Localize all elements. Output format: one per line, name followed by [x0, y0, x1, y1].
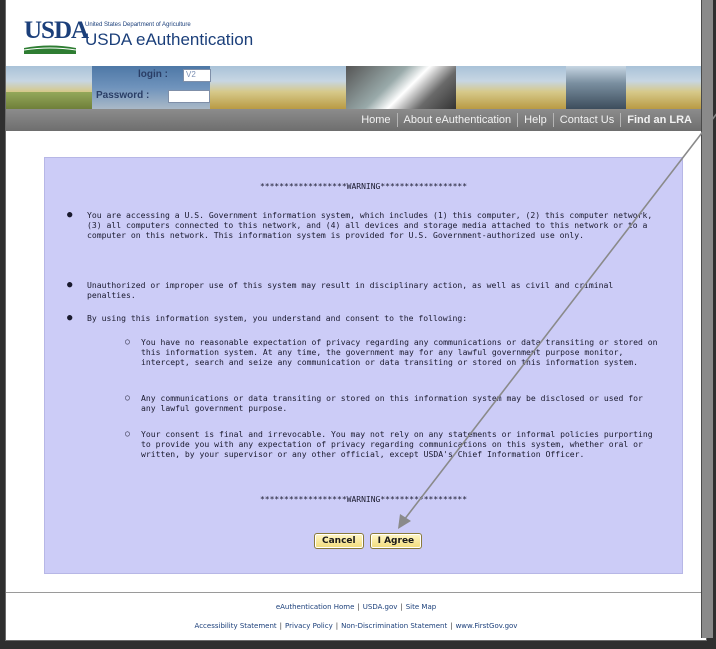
agency-name: United States Department of Agriculture — [85, 22, 191, 28]
banner-login-label: login : — [138, 69, 168, 80]
i-agree-button[interactable]: I Agree — [369, 533, 423, 549]
nav-home[interactable]: Home — [355, 113, 396, 127]
warning-sub-bullet: ○ Any communications or data transiting … — [125, 393, 661, 413]
banner-password-input — [168, 90, 210, 103]
footer-link-usda-gov[interactable]: USDA.gov — [363, 603, 398, 611]
warning-sub-bullet-text: Any communications or data transiting or… — [141, 393, 643, 413]
vertical-scrollbar[interactable] — [701, 0, 713, 638]
footer-links-primary: eAuthentication Home | USDA.gov | Site Map — [6, 603, 706, 611]
footer-link-eauth-home[interactable]: eAuthentication Home — [276, 603, 355, 611]
bullet-icon: ● — [67, 280, 73, 290]
banner-password-label: Password : — [96, 90, 150, 101]
warning-panel: ******************WARNING***************… — [44, 157, 683, 574]
top-nav: Home About eAuthentication Help Contact … — [6, 109, 706, 131]
footer-separator: | — [357, 603, 360, 611]
warning-bullet-text: By using this information system, you un… — [87, 313, 468, 323]
nav-find-lra[interactable]: Find an LRA — [620, 113, 698, 127]
banner-login-input: V2 — [183, 69, 211, 82]
warning-header-bottom: ******************WARNING***************… — [259, 495, 468, 504]
warning-bullet: ● By using this information system, you … — [67, 313, 657, 323]
banner-field-image — [6, 92, 92, 109]
usda-logo-text: USDA — [24, 17, 89, 44]
footer-separator: | — [279, 622, 283, 630]
cancel-button[interactable]: Cancel — [314, 533, 364, 549]
footer-link-non-discrimination[interactable]: Non-Discrimination Statement — [341, 622, 447, 630]
warning-bullet: ● Unauthorized or improper use of this s… — [67, 280, 657, 300]
circle-bullet-icon: ○ — [125, 393, 130, 402]
nav-contact[interactable]: Contact Us — [552, 113, 620, 127]
warning-bullet-text: Unauthorized or improper use of this sys… — [87, 280, 614, 300]
footer-link-accessibility[interactable]: Accessibility Statement — [195, 622, 277, 630]
footer-separator: | — [450, 622, 453, 630]
warning-bullet-text: You are accessing a U.S. Government info… — [87, 210, 653, 240]
page-title: USDA eAuthentication — [85, 30, 254, 49]
footer-links-secondary: Accessibility Statement | Privacy Policy | N… — [6, 622, 706, 630]
warning-sub-bullet: ○ Your consent is final and irrevocable.… — [125, 429, 661, 459]
warning-sub-bullet-text: You have no reasonable expectation of pr… — [141, 337, 658, 367]
page-header: USDA United States Department of Agricul… — [6, 0, 706, 66]
footer-link-privacy[interactable]: Privacy Policy — [285, 622, 333, 630]
warning-sub-bullet-text: Your consent is final and irrevocable. Y… — [141, 429, 653, 459]
circle-bullet-icon: ○ — [125, 337, 130, 346]
bullet-icon: ● — [67, 313, 73, 323]
warning-header-top: ******************WARNING***************… — [259, 182, 468, 191]
bullet-icon: ● — [67, 210, 73, 220]
banner-keyboard-image — [346, 66, 456, 109]
header-banner — [6, 66, 706, 109]
browser-page: USDA United States Department of Agricul… — [5, 0, 707, 641]
footer-divider — [6, 592, 706, 593]
circle-bullet-icon: ○ — [125, 429, 130, 438]
banner-person-image — [566, 66, 626, 109]
usda-logo[interactable]: USDA — [24, 18, 89, 54]
consent-buttons: Cancel I Agree — [314, 533, 423, 549]
warning-bullet: ● You are accessing a U.S. Government in… — [67, 210, 657, 240]
warning-sub-bullet: ○ You have no reasonable expectation of … — [125, 337, 661, 367]
footer-link-firstgov[interactable]: www.FirstGov.gov — [456, 622, 518, 630]
nav-help[interactable]: Help — [517, 113, 553, 127]
footer-link-site-map[interactable]: Site Map — [406, 603, 436, 611]
footer-separator: | — [400, 603, 403, 611]
usda-logo-field-icon — [24, 45, 76, 54]
nav-about[interactable]: About eAuthentication — [396, 113, 518, 127]
footer-separator: | — [335, 622, 339, 630]
